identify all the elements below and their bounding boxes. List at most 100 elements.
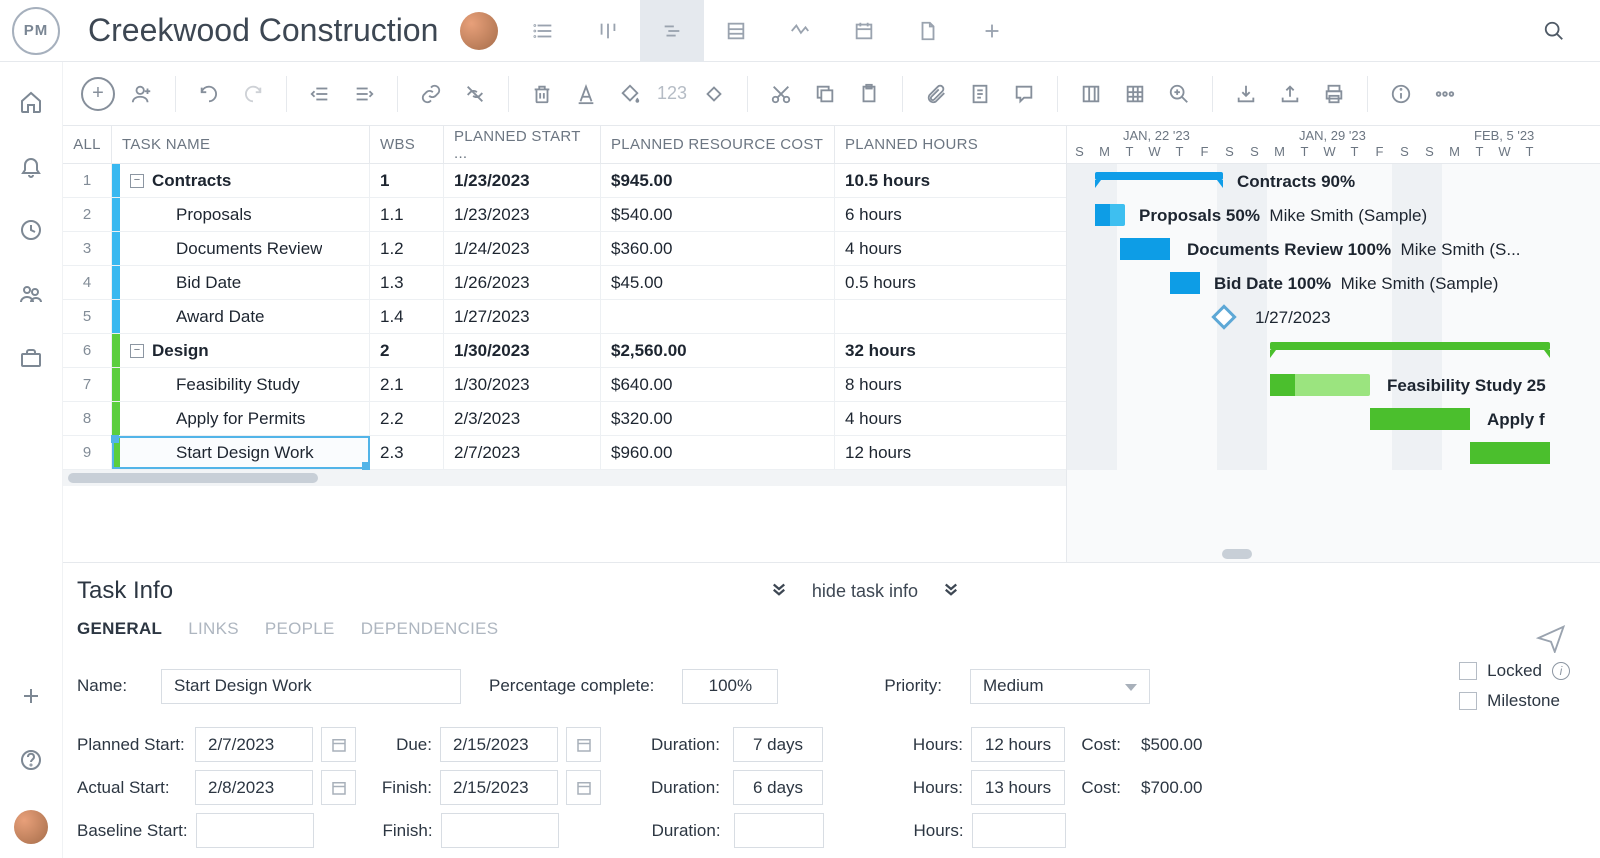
pct-complete-field[interactable] xyxy=(682,669,778,704)
duration-field-2[interactable] xyxy=(733,770,823,805)
list-view-icon[interactable] xyxy=(512,0,576,62)
wbs-cell[interactable]: 1.1 xyxy=(370,198,444,231)
gantt-bar-docs[interactable] xyxy=(1120,238,1170,260)
indent-icon[interactable] xyxy=(347,77,381,111)
collapse-icon[interactable]: − xyxy=(130,344,144,358)
table-row[interactable]: 4Bid Date1.31/26/2023$45.000.5 hours xyxy=(63,266,1066,300)
diamond-icon[interactable] xyxy=(697,77,731,111)
hours-cell[interactable]: 12 hours xyxy=(835,436,1066,469)
task-name-cell[interactable]: Apply for Permits xyxy=(112,402,370,435)
task-name-cell[interactable]: Documents Review xyxy=(112,232,370,265)
search-icon[interactable] xyxy=(1522,0,1586,62)
cost-cell[interactable]: $540.00 xyxy=(601,198,835,231)
task-name-cell[interactable]: −Contracts xyxy=(112,164,370,197)
trash-icon[interactable] xyxy=(525,77,559,111)
hours-cell[interactable]: 32 hours xyxy=(835,334,1066,367)
col-planned-hours[interactable]: PLANNED HOURS xyxy=(835,126,1066,163)
task-name-cell[interactable]: Bid Date xyxy=(112,266,370,299)
milestone-checkbox[interactable] xyxy=(1459,692,1477,710)
app-logo[interactable]: PM xyxy=(12,7,60,55)
finish-field-2[interactable] xyxy=(441,813,559,848)
help-icon[interactable] xyxy=(17,746,45,774)
redo-icon[interactable] xyxy=(236,77,270,111)
add-view-icon[interactable] xyxy=(960,0,1024,62)
start-cell[interactable]: 1/23/2023 xyxy=(444,198,601,231)
actual-start-field[interactable] xyxy=(195,770,313,805)
wbs-cell[interactable]: 1.3 xyxy=(370,266,444,299)
cost-cell[interactable]: $960.00 xyxy=(601,436,835,469)
start-cell[interactable]: 2/7/2023 xyxy=(444,436,601,469)
wbs-cell[interactable]: 1.4 xyxy=(370,300,444,333)
cost-cell[interactable]: $2,560.00 xyxy=(601,334,835,367)
home-icon[interactable] xyxy=(17,88,45,116)
user-avatar-bottom[interactable] xyxy=(14,810,48,844)
print-icon[interactable] xyxy=(1317,77,1351,111)
grid-icon[interactable] xyxy=(1118,77,1152,111)
table-row[interactable]: 1−Contracts11/23/2023$945.0010.5 hours xyxy=(63,164,1066,198)
avatar[interactable] xyxy=(460,12,498,50)
note-icon[interactable] xyxy=(963,77,997,111)
chevron-double-down-icon[interactable] xyxy=(770,580,788,603)
start-cell[interactable]: 1/23/2023 xyxy=(444,164,601,197)
more-icon[interactable] xyxy=(1428,77,1462,111)
start-cell[interactable]: 1/30/2023 xyxy=(444,334,601,367)
hours-cell[interactable]: 10.5 hours xyxy=(835,164,1066,197)
due-field[interactable] xyxy=(440,727,558,762)
start-cell[interactable]: 1/26/2023 xyxy=(444,266,601,299)
clock-icon[interactable] xyxy=(17,216,45,244)
add-task-button[interactable]: + xyxy=(81,77,115,111)
col-planned-cost[interactable]: PLANNED RESOURCE COST xyxy=(601,126,835,163)
hours-cell[interactable]: 0.5 hours xyxy=(835,266,1066,299)
link-icon[interactable] xyxy=(414,77,448,111)
attach-icon[interactable] xyxy=(919,77,953,111)
zoom-icon[interactable] xyxy=(1162,77,1196,111)
gantt-bar-contracts[interactable] xyxy=(1095,172,1223,180)
tab-links[interactable]: LINKS xyxy=(188,619,239,639)
outdent-icon[interactable] xyxy=(303,77,337,111)
send-icon[interactable] xyxy=(1536,623,1566,658)
name-field[interactable] xyxy=(161,669,461,704)
chevron-double-down-icon[interactable] xyxy=(942,580,960,603)
tab-general[interactable]: GENERAL xyxy=(77,619,162,639)
gantt-view-icon[interactable] xyxy=(640,0,704,62)
priority-select[interactable]: Medium xyxy=(970,669,1150,704)
table-row[interactable]: 2Proposals1.11/23/2023$540.006 hours xyxy=(63,198,1066,232)
wbs-cell[interactable]: 1 xyxy=(370,164,444,197)
col-all[interactable]: ALL xyxy=(63,126,112,163)
wbs-cell[interactable]: 2.3 xyxy=(370,436,444,469)
cost-cell[interactable]: $45.00 xyxy=(601,266,835,299)
info-icon[interactable]: i xyxy=(1552,662,1570,680)
tab-dependencies[interactable]: DEPENDENCIES xyxy=(361,619,499,639)
table-row[interactable]: 7Feasibility Study2.11/30/2023$640.008 h… xyxy=(63,368,1066,402)
gantt-bar-apply[interactable] xyxy=(1370,408,1470,430)
gantt-bar-start-design[interactable] xyxy=(1470,442,1550,464)
gantt-horizontal-scrollbar[interactable] xyxy=(1067,546,1600,562)
task-name-cell[interactable]: Proposals xyxy=(112,198,370,231)
wbs-cell[interactable]: 2 xyxy=(370,334,444,367)
start-cell[interactable]: 1/27/2023 xyxy=(444,300,601,333)
gantt-chart[interactable]: JAN, 22 '23 JAN, 29 '23 FEB, 5 '23 SMTWT… xyxy=(1067,126,1600,562)
hours-cell[interactable]: 4 hours xyxy=(835,232,1066,265)
col-wbs[interactable]: WBS xyxy=(370,126,444,163)
tab-people[interactable]: PEOPLE xyxy=(265,619,335,639)
export-icon[interactable] xyxy=(1273,77,1307,111)
calendar-icon[interactable] xyxy=(566,770,601,805)
calendar-icon[interactable] xyxy=(566,727,601,762)
col-planned-start[interactable]: PLANNED START ... xyxy=(444,126,601,163)
briefcase-icon[interactable] xyxy=(17,344,45,372)
start-cell[interactable]: 1/30/2023 xyxy=(444,368,601,401)
calendar-icon[interactable] xyxy=(321,770,356,805)
comment-icon[interactable] xyxy=(1007,77,1041,111)
fill-icon[interactable] xyxy=(613,77,647,111)
team-icon[interactable] xyxy=(17,280,45,308)
start-cell[interactable]: 1/24/2023 xyxy=(444,232,601,265)
board-view-icon[interactable] xyxy=(576,0,640,62)
baseline-start-field[interactable] xyxy=(196,813,314,848)
calendar-icon[interactable] xyxy=(321,727,356,762)
number-format-icon[interactable]: 123 xyxy=(657,83,687,104)
calendar-view-icon[interactable] xyxy=(832,0,896,62)
hours-cell[interactable]: 6 hours xyxy=(835,198,1066,231)
workload-view-icon[interactable] xyxy=(768,0,832,62)
planned-start-field[interactable] xyxy=(195,727,313,762)
copy-icon[interactable] xyxy=(808,77,842,111)
